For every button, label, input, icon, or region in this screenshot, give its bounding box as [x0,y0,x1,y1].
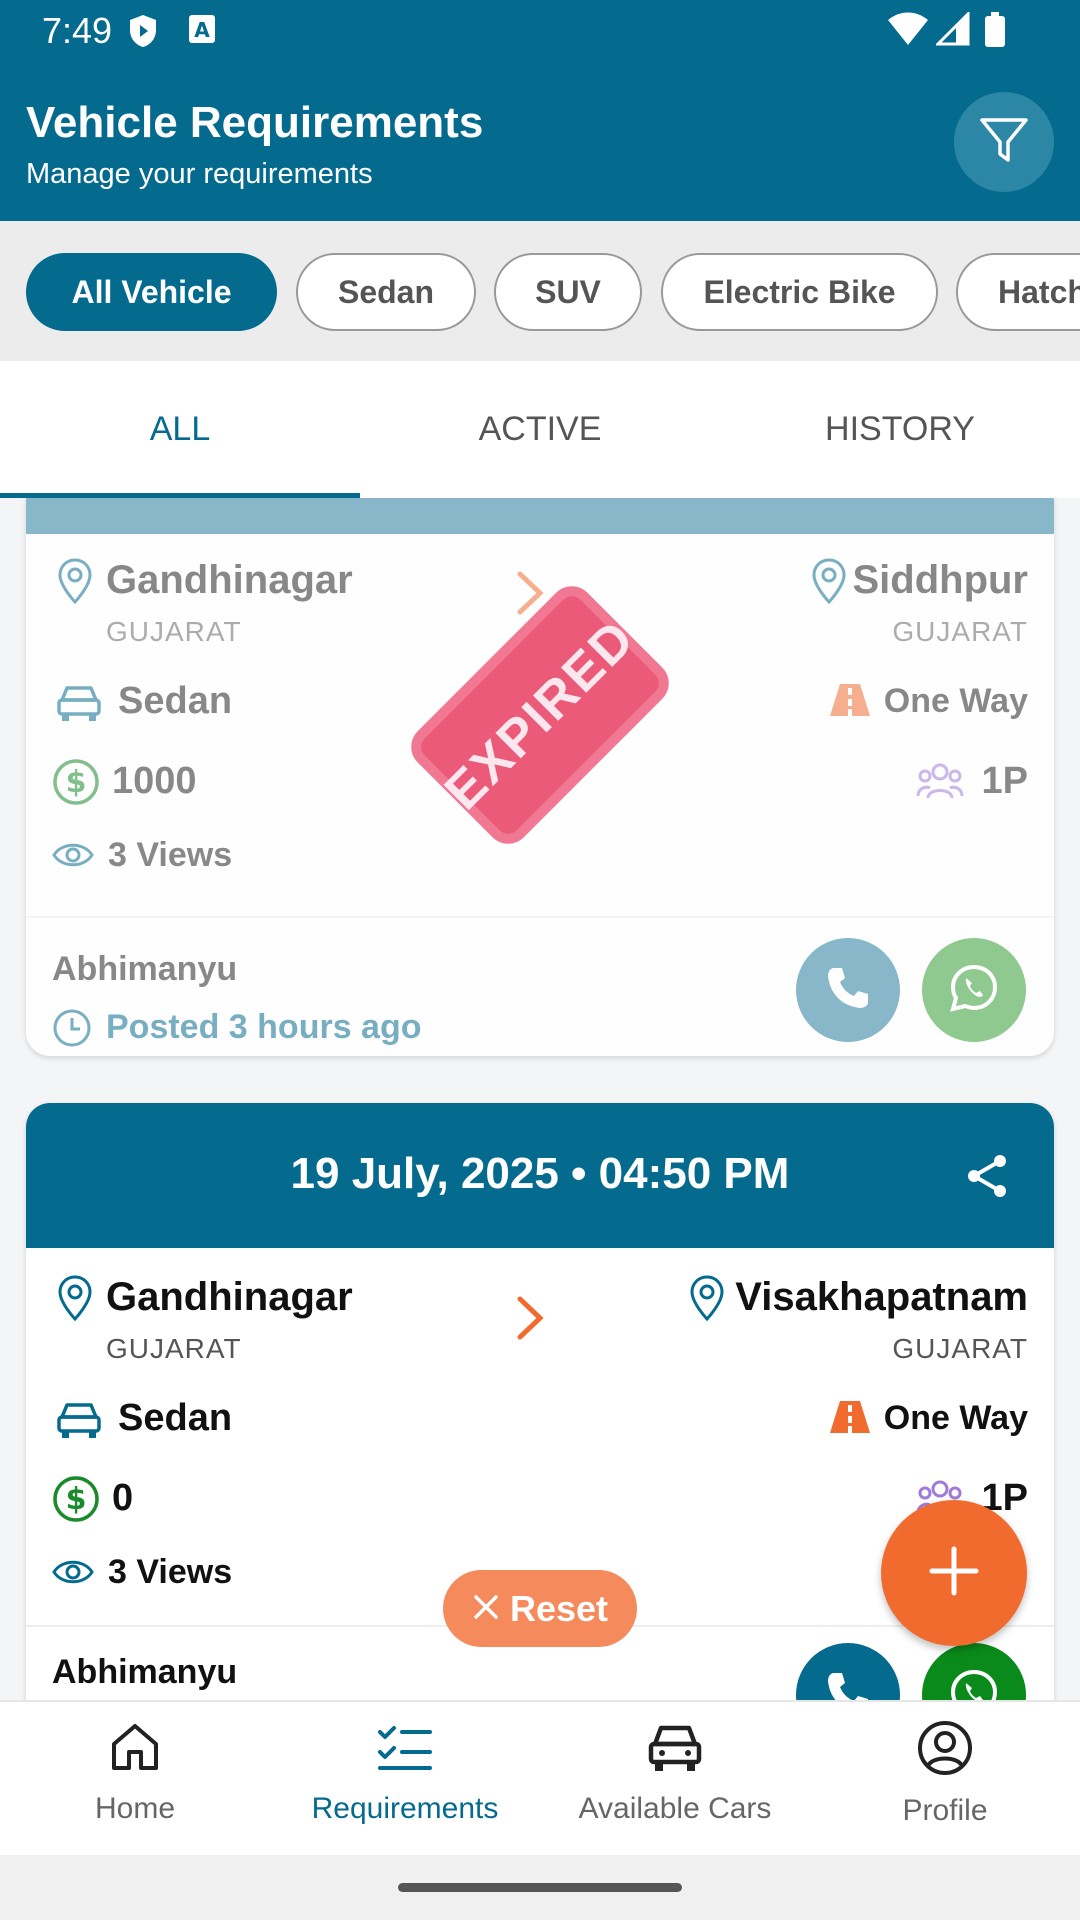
nav-home-label: Home [94,1792,176,1825]
road-icon [828,1399,872,1440]
chip-sedan[interactable]: Sedan [296,253,476,331]
to-city: Siddhpur [852,558,1028,602]
location-pin-icon [690,1275,724,1326]
nav-requirements[interactable]: Requirements [270,1720,540,1840]
page-title: Vehicle Requirements [26,98,484,147]
vehicle-type: Sedan [118,1397,233,1439]
car-icon [647,1720,703,1782]
clock-icon [52,1008,92,1053]
from-state: GUJARAT [106,616,242,647]
car-icon [56,1401,102,1444]
svg-text:$: $ [66,1482,87,1517]
gesture-bar [0,1855,1080,1920]
svg-text:$: $ [66,765,87,800]
requirement-date: 19 July, 2025 • 04:50 PM [290,1149,790,1198]
close-icon [472,1588,500,1630]
nav-requirements-label: Requirements [311,1792,499,1825]
battery-icon [984,12,1006,53]
trip-type: One Way [883,682,1028,720]
chip-hatchback[interactable]: Hatch [956,253,1080,331]
nav-available-cars[interactable]: Available Cars [540,1720,810,1840]
svg-text:A: A [194,18,210,42]
whatsapp-button[interactable] [922,938,1026,1042]
shield-icon [128,14,158,53]
reset-label: Reset [509,1587,609,1629]
tab-active[interactable]: ACTIVE [360,361,720,498]
tab-history[interactable]: HISTORY [720,361,1080,498]
wifi-icon [888,12,928,51]
tab-all[interactable]: ALL [0,361,360,498]
chevron-right-icon [514,1295,544,1346]
location-pin-icon [58,558,92,609]
nav-home[interactable]: Home [0,1720,270,1840]
posted-time: Posted 3 hours ago [106,1008,422,1046]
whatsapp-icon [948,1667,1000,1700]
price: 1000 [112,760,197,802]
call-button[interactable] [796,1643,900,1700]
home-icon [108,1720,162,1782]
car-icon [56,684,102,727]
to-state: GUJARAT [892,616,1028,647]
view-count: 3 Views [108,1553,233,1591]
chip-electric-bike[interactable]: Electric Bike [661,253,938,331]
page-subtitle: Manage your requirements [26,158,373,190]
eye-icon [52,840,94,875]
status-bar: 7:49 A [0,0,1080,62]
gesture-handle[interactable] [398,1883,682,1892]
vehicle-type: Sedan [118,680,233,722]
dollar-icon: $ [52,758,100,811]
poster-name: Abhimanyu [52,1653,238,1691]
nav-available-cars-label: Available Cars [578,1792,772,1825]
phone-icon [824,964,872,1017]
from-city: Gandhinagar [106,1275,353,1319]
bottom-navigation: Home Requirements Available Cars Profile [0,1700,1080,1855]
dollar-icon: $ [52,1475,100,1528]
call-button[interactable] [796,938,900,1042]
signal-icon [934,10,970,51]
add-requirement-button[interactable] [881,1500,1027,1646]
whatsapp-button[interactable] [922,1643,1026,1700]
trip-type: One Way [883,1399,1028,1437]
filter-button[interactable] [954,92,1054,192]
price: 0 [112,1477,134,1519]
card-header: 19 July, 2025 • 04:50 PM [26,1103,1054,1248]
chip-all-vehicle[interactable]: All Vehicle [26,253,277,331]
profile-icon [917,1720,973,1784]
reset-button[interactable]: Reset [443,1570,637,1647]
status-time: 7:49 [42,10,113,51]
location-pin-icon [812,558,846,609]
location-pin-icon [58,1275,92,1326]
to-city: Visakhapatnam [735,1275,1028,1319]
chip-suv[interactable]: SUV [494,253,642,331]
to-state: GUJARAT [892,1333,1028,1364]
status-tabs: ALL ACTIVE HISTORY [0,361,1080,498]
passengers: 1P [981,760,1028,802]
eye-icon [52,1557,94,1592]
vehicle-type-chips: All Vehicle Sedan SUV Electric Bike Hatc… [0,221,1080,361]
phone-icon [824,1669,872,1700]
poster-name: Abhimanyu [52,950,238,988]
road-icon [828,682,872,723]
filter-icon [978,114,1030,171]
view-count: 3 Views [108,836,233,874]
font-icon: A [188,14,216,49]
whatsapp-icon [948,962,1000,1019]
nav-profile[interactable]: Profile [810,1720,1080,1840]
from-city: Gandhinagar [106,558,353,602]
share-icon[interactable] [964,1153,1010,1204]
card-divider [26,916,1054,918]
from-state: GUJARAT [106,1333,242,1364]
checklist-icon [376,1720,434,1782]
group-icon [916,762,964,807]
app-bar: Vehicle Requirements Manage your require… [0,62,1080,221]
nav-profile-label: Profile [902,1794,988,1827]
plus-icon [928,1545,980,1602]
